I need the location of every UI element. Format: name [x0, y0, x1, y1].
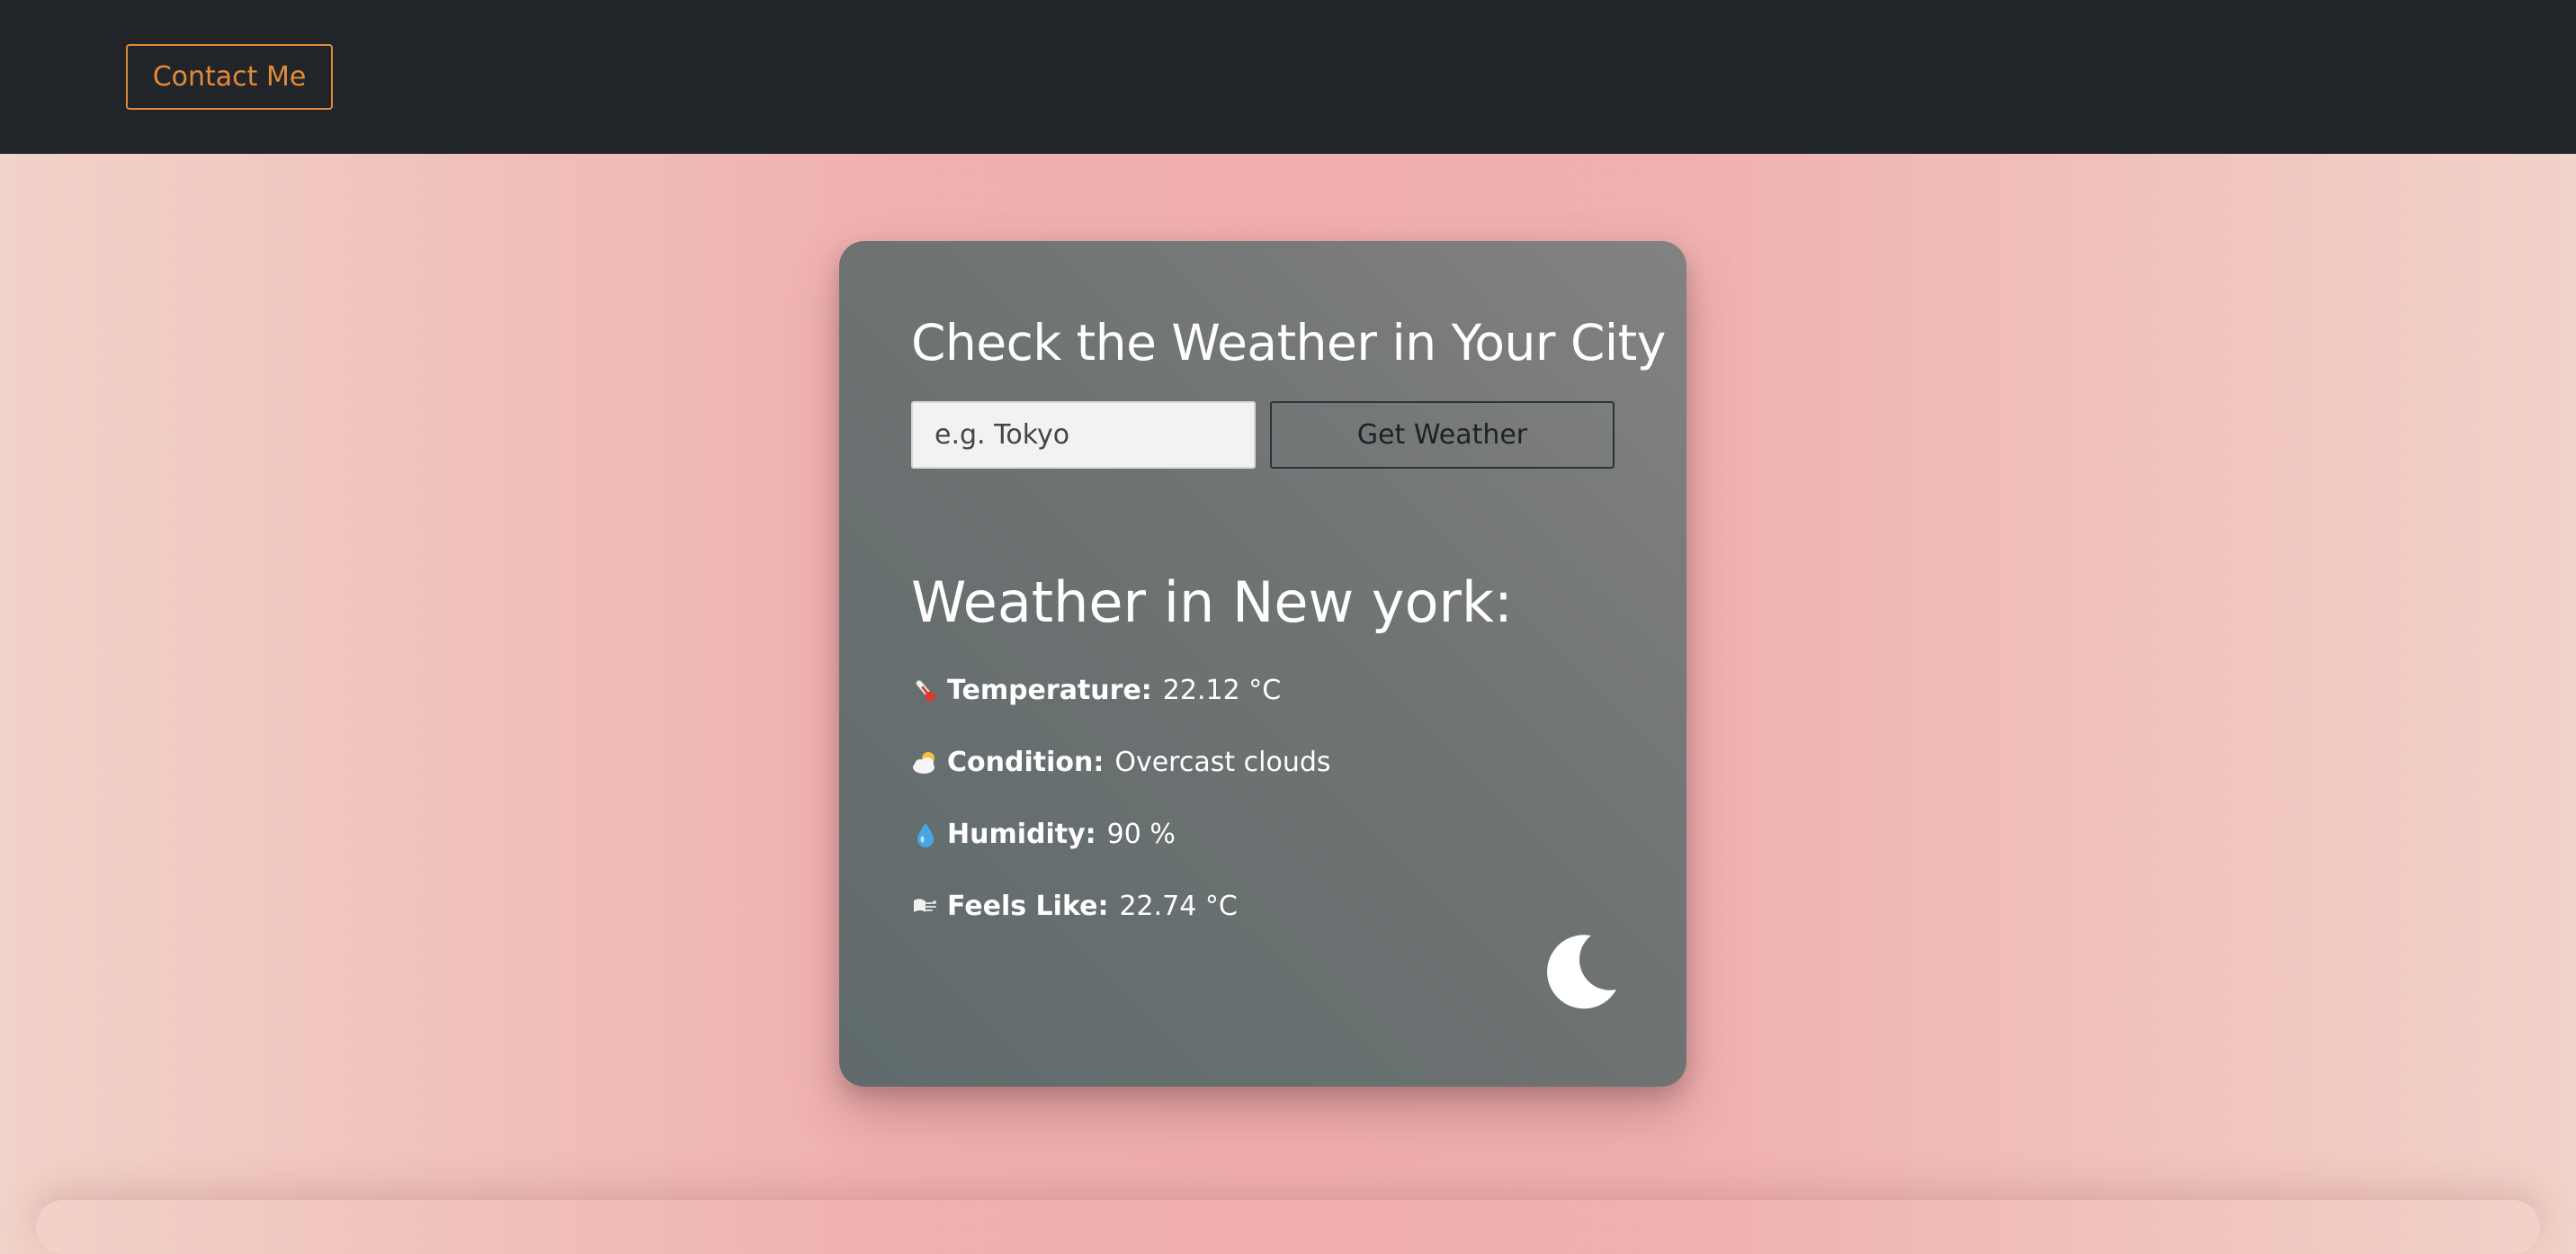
contact-me-button[interactable]: Contact Me	[126, 44, 333, 110]
droplet-icon	[911, 820, 940, 849]
humidity-label: Humidity:	[947, 819, 1096, 850]
feels-like-value: 22.74 °C	[1119, 891, 1238, 922]
result-title: Weather in New york:	[911, 569, 1513, 635]
top-navbar: Contact Me	[0, 0, 2576, 154]
get-weather-button[interactable]: Get Weather	[1270, 401, 1614, 469]
humidity-value: 90 %	[1106, 819, 1176, 850]
feels-like-row: Feels Like: 22.74 °C	[911, 889, 1238, 925]
temperature-value: 22.12 °C	[1162, 675, 1282, 706]
condition-row: Condition: Overcast clouds	[911, 745, 1331, 781]
humidity-row: Humidity: 90 %	[911, 817, 1176, 853]
city-input[interactable]	[911, 401, 1256, 469]
wind-icon	[911, 892, 940, 921]
condition-label: Condition:	[947, 747, 1105, 778]
thermometer-icon	[911, 676, 940, 705]
moon-icon[interactable]	[1546, 932, 1618, 1009]
condition-value: Overcast clouds	[1114, 747, 1331, 778]
feels-like-label: Feels Like:	[947, 891, 1109, 922]
cloud-sun-icon	[911, 748, 940, 777]
card-title: Check the Weather in Your City	[911, 314, 1666, 372]
temperature-row: Temperature: 22.12 °C	[911, 673, 1281, 709]
footer-shadow	[36, 1200, 2540, 1254]
weather-card: Check the Weather in Your City Get Weath…	[839, 241, 1686, 1087]
temperature-label: Temperature:	[947, 675, 1152, 706]
